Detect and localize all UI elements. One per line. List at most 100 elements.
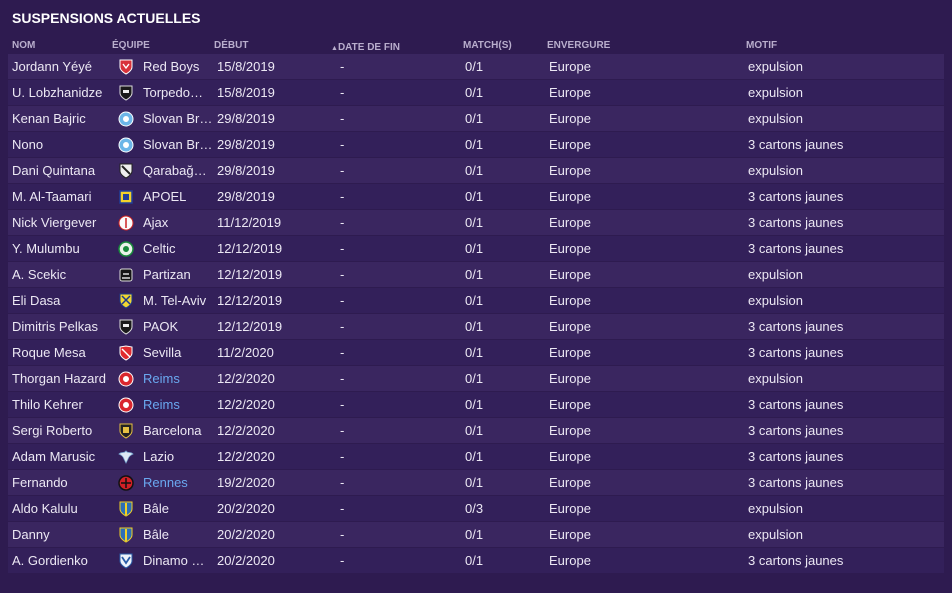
player-name-link[interactable]: Fernando xyxy=(12,470,112,495)
player-name-link[interactable]: Eli Dasa xyxy=(12,288,112,313)
team-name-link[interactable]: Barcelona xyxy=(143,418,213,443)
end-date: - xyxy=(340,163,345,178)
player-name-link[interactable]: Kenan Bajric xyxy=(12,106,112,131)
team-name-link[interactable]: APOEL xyxy=(143,184,213,209)
start-date: 29/8/2019 xyxy=(217,163,275,178)
start-date: 12/12/2019 xyxy=(217,267,283,282)
reason: 3 cartons jaunes xyxy=(748,319,844,334)
yellow-blue-crest-icon xyxy=(118,188,134,205)
end-date: - xyxy=(340,85,345,100)
table-row[interactable]: Y. Mulumbu Celtic 12/12/2019 - 0/1 Europe 3 ca… xyxy=(8,236,944,261)
player-name-link[interactable]: Danny xyxy=(12,522,112,547)
reason: 3 cartons jaunes xyxy=(748,423,844,438)
player-name-link[interactable]: Roque Mesa xyxy=(12,340,112,365)
scope: Europe xyxy=(549,215,591,230)
blue-round-crest-icon xyxy=(118,110,134,127)
suspensions-panel: SUSPENSIONS ACTUELLES NOM ÉQUIPE DÉBUT ▲… xyxy=(0,0,952,593)
team-name-link[interactable]: Ajax xyxy=(143,210,213,235)
table-row[interactable]: Thorgan Hazard Reims 12/2/2020 - 0/1 Europe ex… xyxy=(8,366,944,391)
team-name-link[interactable]: Slovan Br… xyxy=(143,106,213,131)
player-name-link[interactable]: Aldo Kalulu xyxy=(12,496,112,521)
column-header-matchs[interactable]: MATCH(S) xyxy=(463,40,512,51)
table-row[interactable]: Nick Viergever Ajax 11/12/2019 - 0/1 Europe 3 … xyxy=(8,210,944,235)
player-name-link[interactable]: A. Gordienko xyxy=(12,548,112,573)
scope: Europe xyxy=(549,111,591,126)
scope: Europe xyxy=(549,475,591,490)
start-date: 20/2/2020 xyxy=(217,553,275,568)
table-row[interactable]: A. Gordienko Dinamo Ki… 20/2/2020 - 0/1 Europ… xyxy=(8,548,944,573)
player-name-link[interactable]: Adam Marusic xyxy=(12,444,112,469)
reason: 3 cartons jaunes xyxy=(748,241,844,256)
scope: Europe xyxy=(549,371,591,386)
team-name-link[interactable]: M. Tel-Aviv xyxy=(143,288,213,313)
player-name-link[interactable]: Thilo Kehrer xyxy=(12,392,112,417)
player-name-link[interactable]: Y. Mulumbu xyxy=(12,236,112,261)
team-name-link[interactable]: Torpedo… xyxy=(143,80,213,105)
team-name-link[interactable]: PAOK xyxy=(143,314,213,339)
column-header-motif[interactable]: MOTIF xyxy=(746,40,777,51)
reason: 3 cartons jaunes xyxy=(748,137,844,152)
team-name-link[interactable]: Bâle xyxy=(143,496,213,521)
table-row[interactable]: A. Scekic Partizan 12/12/2019 - 0/1 Europe exp… xyxy=(8,262,944,287)
team-name-link[interactable]: Lazio xyxy=(143,444,213,469)
column-header-nom[interactable]: NOM xyxy=(12,40,35,51)
table-row[interactable]: Adam Marusic Lazio 12/2/2020 - 0/1 Europe 3 ca… xyxy=(8,444,944,469)
table-row[interactable]: Danny Bâle 20/2/2020 - 0/1 Europe expulsion xyxy=(8,522,944,547)
start-date: 12/2/2020 xyxy=(217,397,275,412)
table-row[interactable]: M. Al-Taamari APOEL 29/8/2019 - 0/1 Europe 3 c… xyxy=(8,184,944,209)
table-row[interactable]: Jordann Yéyé Red Boys 15/8/2019 - 0/1 Europe e… xyxy=(8,54,944,79)
start-date: 12/12/2019 xyxy=(217,319,283,334)
player-name-link[interactable]: M. Al-Taamari xyxy=(12,184,112,209)
team-name-link[interactable]: Slovan Br… xyxy=(143,132,213,157)
blue-yellow-shield-crest-icon xyxy=(118,500,134,517)
end-date: - xyxy=(340,371,345,386)
column-header-debut[interactable]: DÉBUT xyxy=(214,40,248,51)
team-name-link[interactable]: Bâle xyxy=(143,522,213,547)
team-name-link[interactable]: Sevilla xyxy=(143,340,213,365)
table-row[interactable]: Fernando Rennes 19/2/2020 - 0/1 Europe 3 carto… xyxy=(8,470,944,495)
reason: expulsion xyxy=(748,111,803,126)
player-name-link[interactable]: U. Lobzhanidze xyxy=(12,80,112,105)
player-name-link[interactable]: A. Scekic xyxy=(12,262,112,287)
player-name-link[interactable]: Dimitris Pelkas xyxy=(12,314,112,339)
scope: Europe xyxy=(549,293,591,308)
team-name-link[interactable]: Celtic xyxy=(143,236,213,261)
table-row[interactable]: Eli Dasa M. Tel-Aviv 12/12/2019 - 0/1 Europe e… xyxy=(8,288,944,313)
team-name-link[interactable]: Reims xyxy=(143,392,213,417)
table-row[interactable]: Nono Slovan Br… 29/8/2019 - 0/1 Europe 3 carto… xyxy=(8,132,944,157)
sort-ascending-icon: ▲ xyxy=(331,45,338,52)
table-row[interactable]: Kenan Bajric Slovan Br… 29/8/2019 - 0/1 Europ… xyxy=(8,106,944,131)
table-row[interactable]: Dani Quintana Qarabağ… 29/8/2019 - 0/1 Europe… xyxy=(8,158,944,183)
column-header-envergure[interactable]: ENVERGURE xyxy=(547,40,610,51)
column-header-equipe[interactable]: ÉQUIPE xyxy=(112,40,150,51)
player-name-link[interactable]: Thorgan Hazard xyxy=(12,366,112,391)
player-name-link[interactable]: Dani Quintana xyxy=(12,158,112,183)
reason: expulsion xyxy=(748,501,803,516)
reason: expulsion xyxy=(748,527,803,542)
table-row[interactable]: Sergi Roberto Barcelona 12/2/2020 - 0/1 Europ… xyxy=(8,418,944,443)
team-name-link[interactable]: Partizan xyxy=(143,262,213,287)
team-name-link[interactable]: Qarabağ… xyxy=(143,158,213,183)
column-header-date-fin[interactable]: ▲DATE DE FIN xyxy=(331,40,400,53)
team-name-link[interactable]: Reims xyxy=(143,366,213,391)
column-header-date-fin-label: DATE DE FIN xyxy=(337,42,400,53)
end-date: - xyxy=(340,59,345,74)
matches-served: 0/1 xyxy=(465,111,484,126)
black-shield-crest-icon xyxy=(118,84,134,101)
table-row[interactable]: U. Lobzhanidze Torpedo… 15/8/2019 - 0/1 Europ… xyxy=(8,80,944,105)
player-name-link[interactable]: Sergi Roberto xyxy=(12,418,112,443)
player-name-link[interactable]: Nick Viergever xyxy=(12,210,112,235)
end-date: - xyxy=(340,345,345,360)
table-row[interactable]: Dimitris Pelkas PAOK 12/12/2019 - 0/1 Europe 3… xyxy=(8,314,944,339)
team-name-link[interactable]: Dinamo Ki… xyxy=(143,548,213,573)
table-row[interactable]: Thilo Kehrer Reims 12/2/2020 - 0/1 Europe 3 ca… xyxy=(8,392,944,417)
team-name-link[interactable]: Red Boys xyxy=(143,54,213,79)
team-name-link[interactable]: Rennes xyxy=(143,470,213,495)
table-row[interactable]: Aldo Kalulu Bâle 20/2/2020 - 0/3 Europe expuls… xyxy=(8,496,944,521)
table-row[interactable]: Roque Mesa Sevilla 11/2/2020 - 0/1 Europe 3 ca… xyxy=(8,340,944,365)
player-name-link[interactable]: Jordann Yéyé xyxy=(12,54,112,79)
white-black-shield-crest-icon xyxy=(118,162,134,179)
start-date: 19/2/2020 xyxy=(217,475,275,490)
start-date: 20/2/2020 xyxy=(217,527,275,542)
player-name-link[interactable]: Nono xyxy=(12,132,112,157)
